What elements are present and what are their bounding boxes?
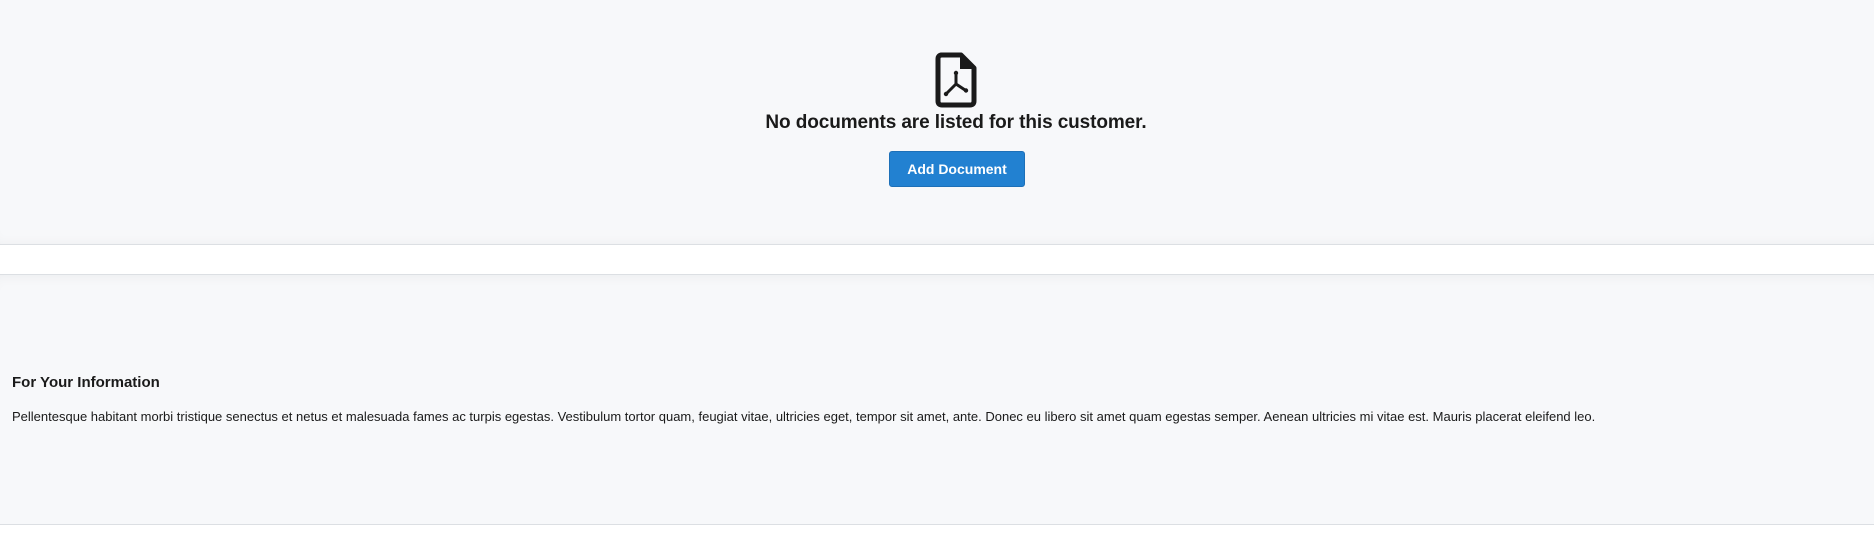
add-document-button[interactable]: Add Document <box>889 151 1025 187</box>
info-body-text: Pellentesque habitant morbi tristique se… <box>12 409 1596 424</box>
info-panel: For Your Information Pellentesque habita… <box>0 274 1874 525</box>
page-footer-gap <box>0 525 1874 536</box>
info-title: For Your Information <box>12 374 160 391</box>
pdf-file-icon <box>935 52 977 108</box>
documents-empty-state: No documents are listed for this custome… <box>0 0 1874 245</box>
empty-state-message: No documents are listed for this custome… <box>765 112 1147 133</box>
section-divider <box>0 246 1874 274</box>
